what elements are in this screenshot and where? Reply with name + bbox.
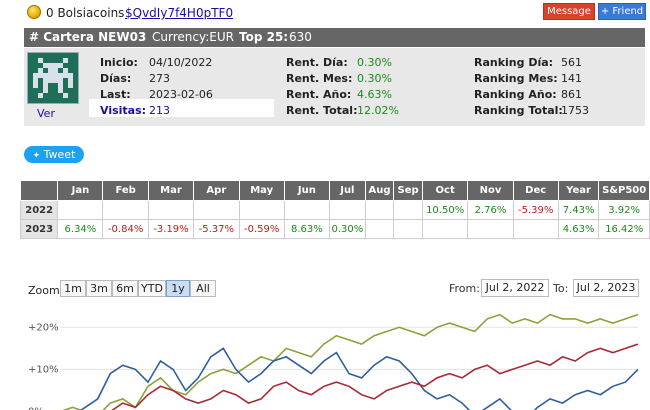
y-tick-label: 0%: [28, 407, 44, 410]
performance-chart[interactable]: +20% +10% 0%: [0, 0, 650, 410]
series-line: [79, 347, 639, 410]
y-tick-label: +10%: [28, 364, 59, 375]
y-tick-label: +20%: [28, 322, 59, 333]
